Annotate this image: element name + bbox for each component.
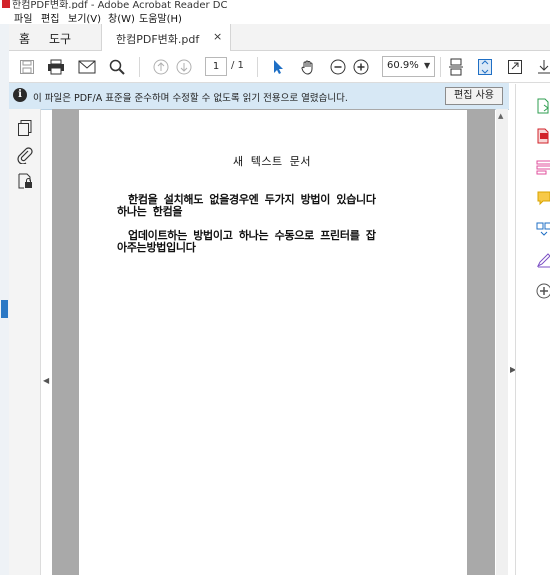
page-layout-icon <box>449 58 463 76</box>
hand-tool-button[interactable] <box>298 57 318 77</box>
attachments-icon[interactable] <box>16 146 34 164</box>
page-thumbnails-icon[interactable] <box>16 119 34 137</box>
close-tab-button[interactable]: × <box>213 30 222 43</box>
menu-help[interactable]: 도움말(H) <box>139 10 182 25</box>
window-title: 한컴PDF변화.pdf - Adobe Acrobat Reader DC <box>12 0 228 9</box>
fullscreen-button[interactable] <box>505 57 525 77</box>
document-tab-label: 한컴PDF변화.pdf <box>116 33 200 46</box>
document-line: 하나는 한컴을 <box>117 205 183 218</box>
search-button[interactable] <box>107 57 127 77</box>
menu-edit[interactable]: 편집 <box>41 10 59 25</box>
title-bar: 한컴PDF변화.pdf - Adobe Acrobat Reader DC <box>0 0 550 9</box>
toolbar-separator <box>257 57 258 77</box>
page-display-button[interactable] <box>446 57 466 77</box>
tools-pane <box>515 84 550 575</box>
print-icon <box>48 59 64 75</box>
comment-icon[interactable] <box>536 190 550 206</box>
tab-document[interactable]: 한컴PDF변화.pdf × <box>101 24 231 51</box>
download-button[interactable] <box>534 57 550 77</box>
toolbar-separator <box>139 57 140 77</box>
download-icon <box>538 60 550 74</box>
edit-pdf-icon[interactable] <box>536 159 550 175</box>
page-total: / 1 <box>231 60 244 71</box>
fullscreen-icon <box>508 60 522 74</box>
arrow-up-circle-icon <box>153 59 169 75</box>
tab-home[interactable]: 홈 <box>19 30 30 47</box>
page-number-input[interactable]: 1 <box>205 57 227 76</box>
fit-page-button[interactable] <box>475 57 495 77</box>
vertical-scrollbar[interactable] <box>496 109 508 575</box>
security-lock-icon[interactable] <box>16 172 34 190</box>
menu-file[interactable]: 파일 <box>14 10 32 25</box>
toolbar-separator <box>440 57 441 77</box>
background-window-accent <box>1 300 8 318</box>
document-title: 새 텍스트 문서 <box>233 155 311 168</box>
read-only-notice-bar: i 이 파일은 PDF/A 표준을 준수하며 수정할 수 없도록 읽기 전용으로… <box>9 83 509 110</box>
arrow-down-circle-icon <box>176 59 192 75</box>
info-icon: i <box>13 88 27 102</box>
more-tools-plus-icon[interactable] <box>536 283 550 299</box>
select-tool-button[interactable] <box>268 57 288 77</box>
save-icon <box>20 60 34 74</box>
zoom-in-icon <box>353 59 369 75</box>
scroll-up-arrow[interactable]: ▲ <box>498 112 503 120</box>
document-line: 아주는방법입니다 <box>117 241 196 254</box>
export-pdf-icon[interactable] <box>536 98 550 114</box>
tab-bar: 홈 도구 한컴PDF변화.pdf × <box>9 24 550 51</box>
menu-view[interactable]: 보기(V) <box>68 10 101 25</box>
cursor-arrow-icon <box>274 60 283 74</box>
create-pdf-icon[interactable] <box>536 128 550 144</box>
navigation-pane <box>9 109 41 575</box>
enable-editing-button[interactable]: 편집 사용 <box>445 87 503 105</box>
combine-files-icon[interactable] <box>536 221 550 237</box>
fit-page-icon <box>478 59 492 75</box>
collapse-left-pane-arrow[interactable]: ◀ <box>43 376 49 385</box>
tab-tools[interactable]: 도구 <box>49 30 71 47</box>
zoom-out-icon <box>330 59 346 75</box>
zoom-level-value: 60.9% <box>387 60 419 71</box>
notice-message: 이 파일은 PDF/A 표준을 준수하며 수정할 수 없도록 읽기 전용으로 열… <box>33 93 348 104</box>
chevron-down-icon: ▼ <box>424 61 431 70</box>
zoom-in-button[interactable] <box>351 57 371 77</box>
next-page-button[interactable] <box>174 57 194 77</box>
email-button[interactable] <box>77 57 97 77</box>
email-icon <box>78 60 96 74</box>
search-icon <box>109 59 125 75</box>
zoom-out-button[interactable] <box>328 57 348 77</box>
acrobat-app-icon <box>2 0 10 8</box>
previous-page-button[interactable] <box>151 57 171 77</box>
toolbar: 1 / 1 60.9% ▼ <box>9 51 550 83</box>
hand-icon <box>301 60 313 75</box>
print-button[interactable] <box>46 57 66 77</box>
pdf-page: 새 텍스트 문서 한컴을 설치해도 없을경우엔 두가지 방법이 있습니다 하나는… <box>79 110 467 575</box>
fill-sign-icon[interactable] <box>536 252 550 268</box>
zoom-level-select[interactable]: 60.9% ▼ <box>382 56 435 77</box>
menu-window[interactable]: 창(W) <box>108 10 135 25</box>
save-button[interactable] <box>17 57 37 77</box>
menu-bar: 파일 편집 보기(V) 창(W) 도움말(H) <box>0 9 550 25</box>
